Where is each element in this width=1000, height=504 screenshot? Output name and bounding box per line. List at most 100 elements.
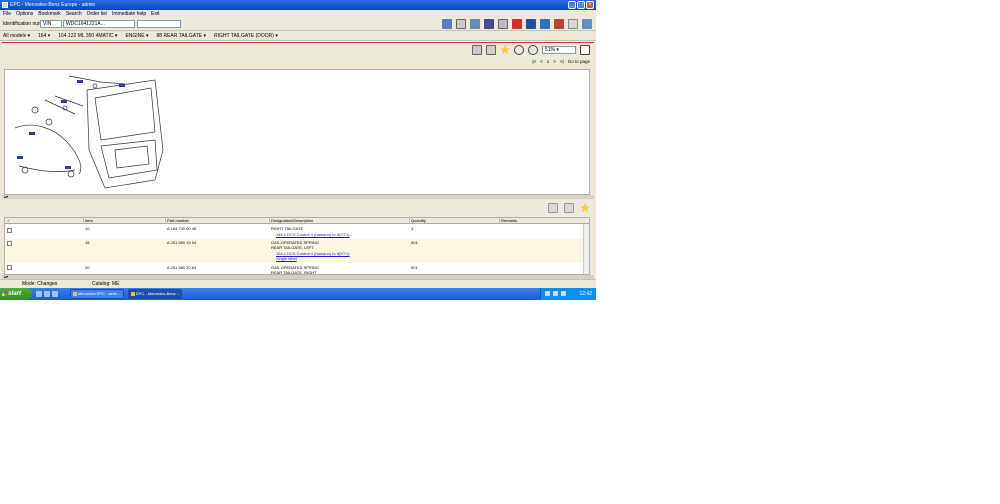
window-controls: _ □ × xyxy=(568,1,594,9)
row-quantity: 001 xyxy=(411,240,418,245)
minimize-button[interactable]: _ xyxy=(568,1,576,9)
app-icon xyxy=(2,2,8,8)
table-row[interactable]: 20 A 251 980 20 64 GAS-OPERATED SPRING R… xyxy=(5,264,585,274)
zoom-in-icon[interactable] xyxy=(514,45,524,55)
breadcrumb-subgroup[interactable]: 88 REAR TAILGATE xyxy=(157,31,206,40)
breadcrumb-model[interactable]: 164.122 ML 350 4MATIC xyxy=(58,31,117,40)
id-number-field[interactable]: WDC1641221A... xyxy=(63,20,135,28)
item-column-header[interactable]: Item xyxy=(83,218,165,224)
copy-icon[interactable] xyxy=(548,203,558,213)
table-row[interactable]: 15 A 251 980 19 64 GAS-OPERATED SPRING R… xyxy=(5,239,585,263)
window-icon[interactable] xyxy=(568,19,578,29)
row-item: 15 xyxy=(85,240,90,245)
diagram-toolbar: 51% ▾ xyxy=(2,43,594,57)
id-number-value: WDC1641221A... xyxy=(66,21,105,27)
status-catalog: Catalog: ME xyxy=(92,281,120,287)
page-number: 1 xyxy=(546,59,550,64)
tray-network-icon[interactable] xyxy=(545,291,550,296)
taskbar-item-workbench[interactable]: Mercedes EPC - work... xyxy=(70,289,124,299)
row-checkbox[interactable] xyxy=(7,265,12,270)
next-page-button[interactable]: > xyxy=(553,59,556,64)
breadcrumb-class[interactable]: 164 xyxy=(38,31,50,40)
row-part-number: A 251 980 19 64 xyxy=(167,240,197,245)
annotate-icon[interactable] xyxy=(472,45,482,55)
row-designation: RIGHT TAILGATE xyxy=(271,226,304,231)
refresh-icon[interactable] xyxy=(582,19,592,29)
menu-options[interactable]: Options xyxy=(16,10,33,18)
id-type-select[interactable]: VIN xyxy=(40,20,62,28)
row-quantity: 1 xyxy=(411,226,414,231)
row-item: 20 xyxy=(85,265,90,270)
print-icon[interactable] xyxy=(498,19,508,29)
menu-bar: File Options Bookmark Search Order list … xyxy=(0,10,596,18)
zoom-out-icon[interactable] xyxy=(528,45,538,55)
breadcrumb-models[interactable]: All models xyxy=(3,31,30,40)
tray-volume-icon[interactable] xyxy=(553,291,558,296)
remarks-column-header[interactable]: Remarks xyxy=(499,218,585,224)
menu-file[interactable]: File xyxy=(3,10,11,18)
diagram-edit-icon[interactable] xyxy=(486,45,496,55)
tray-security-icon[interactable] xyxy=(561,291,566,296)
taskbar: start Mercedes EPC - work... EPC - Merce… xyxy=(0,288,596,300)
menu-bookmark[interactable]: Bookmark xyxy=(38,10,61,18)
row-extra-link[interactable]: Single label xyxy=(276,256,297,261)
row-footnote-link[interactable]: 164.1 DCS Control 4 (hamann) to 8(ST.1) xyxy=(276,232,350,237)
fit-window-icon[interactable] xyxy=(580,45,590,55)
quantity-column-header[interactable]: Quantity xyxy=(409,218,499,224)
parts-list-toolbar xyxy=(2,199,594,217)
menu-immediate-help[interactable]: Immediate help xyxy=(112,10,146,18)
row-part-number: A 164 740 00 45 xyxy=(167,226,197,231)
parts-table: ✓ Item Part number Designation/Descripti… xyxy=(4,217,590,275)
id-type-value: VIN xyxy=(43,21,52,27)
table-scrollbar[interactable] xyxy=(583,224,589,274)
last-page-button[interactable]: >| xyxy=(560,59,564,64)
row-quantity: 001 xyxy=(411,265,418,270)
designation-column-header[interactable]: Designation/Description xyxy=(269,218,409,224)
menu-order-list[interactable]: Order list xyxy=(87,10,107,18)
quicklaunch-media-icon[interactable] xyxy=(52,291,58,297)
row-checkbox[interactable] xyxy=(7,241,12,246)
taskbar-item-epc[interactable]: EPC - Mercedes-Benz ... xyxy=(128,289,182,299)
start-button[interactable]: start xyxy=(0,288,32,300)
first-page-button[interactable]: |< xyxy=(532,59,536,64)
desktop: EPC - Mercedes-Benz Europe - admin _ □ ×… xyxy=(0,0,596,300)
breadcrumb-group[interactable]: ENGINE xyxy=(125,31,148,40)
zoom-value: 51% xyxy=(545,47,556,53)
list-edit-icon[interactable] xyxy=(564,203,574,213)
id-extra-field[interactable] xyxy=(137,20,181,28)
breadcrumb-assembly[interactable]: RIGHT TAILGATE (DOOR) xyxy=(214,31,278,40)
list-favorite-icon[interactable] xyxy=(580,203,590,213)
prev-page-button[interactable]: < xyxy=(540,59,543,64)
info-icon[interactable] xyxy=(526,19,536,29)
tray-clock: 12:42 xyxy=(579,291,592,297)
catalog-icon[interactable] xyxy=(484,19,494,29)
quicklaunch-desktop-icon[interactable] xyxy=(44,291,50,297)
tailgate-drawing xyxy=(14,75,164,189)
window-titlebar[interactable]: EPC - Mercedes-Benz Europe - admin _ □ × xyxy=(0,0,596,10)
menu-search[interactable]: Search xyxy=(66,10,82,18)
cart-icon[interactable] xyxy=(470,19,480,29)
maximize-button[interactable]: □ xyxy=(577,1,585,9)
vehicle-icon[interactable] xyxy=(442,19,452,29)
network-icon[interactable] xyxy=(540,19,550,29)
parts-diagram[interactable] xyxy=(4,69,590,195)
favorite-star-icon[interactable] xyxy=(500,45,510,55)
table-header: ✓ Item Part number Designation/Descripti… xyxy=(5,218,589,224)
system-tray: 12:42 xyxy=(540,288,596,300)
row-checkbox[interactable] xyxy=(7,228,12,233)
status-bar: Mode: Changes Catalog: ME xyxy=(0,279,596,288)
table-row[interactable]: 10 A 164 740 00 45 RIGHT TAILGATE 164.1 … xyxy=(5,226,585,239)
goto-page-button[interactable]: Go to page xyxy=(568,59,590,64)
identification-toolbar: Identification number VIN WDC1641221A... xyxy=(0,18,596,31)
main-toolbar-icons xyxy=(442,19,592,29)
zoom-select[interactable]: 51% ▾ xyxy=(542,46,576,54)
menu-exit[interactable]: Exit xyxy=(151,10,159,18)
close-button[interactable]: × xyxy=(586,1,594,9)
row-sub-description: REAR TAILGATE, LEFT xyxy=(271,245,314,250)
part-number-column-header[interactable]: Part number xyxy=(165,218,269,224)
quicklaunch-browser-icon[interactable] xyxy=(36,291,42,297)
select-column-header[interactable]: ✓ xyxy=(5,218,83,224)
eraser-icon[interactable] xyxy=(512,19,522,29)
home-icon[interactable] xyxy=(554,19,564,29)
edit-icon[interactable] xyxy=(456,19,466,29)
